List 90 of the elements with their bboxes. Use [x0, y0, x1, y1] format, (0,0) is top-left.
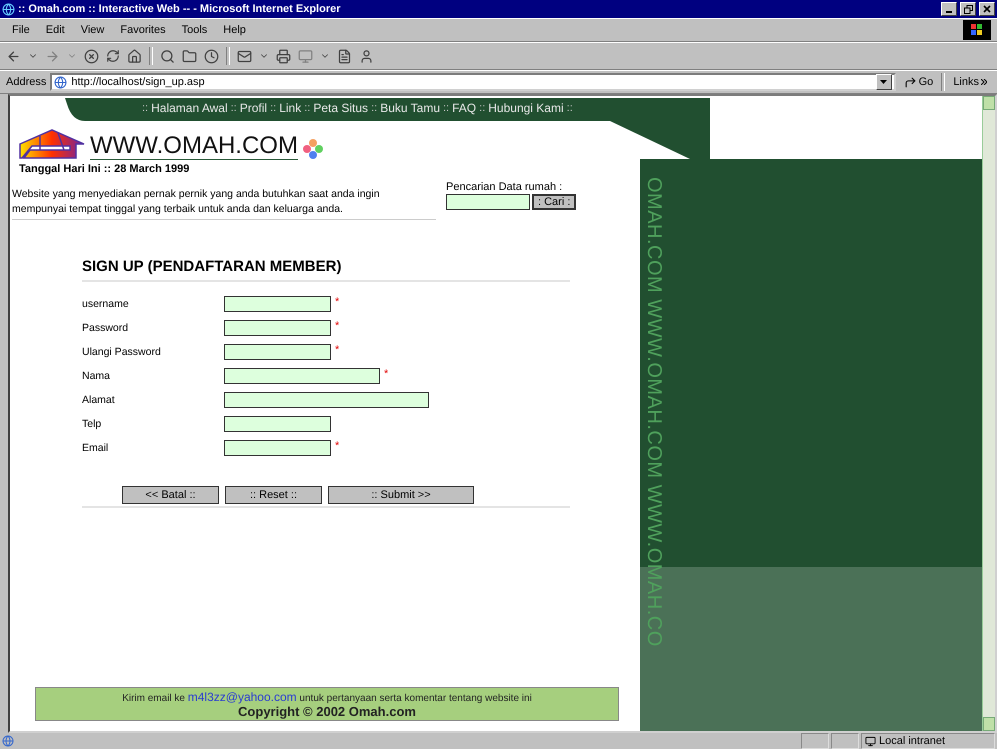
input-field[interactable]	[224, 368, 380, 384]
person-icon[interactable]	[359, 48, 374, 64]
restore-icon	[964, 4, 972, 14]
status-pane	[831, 733, 859, 749]
input-field[interactable]	[224, 416, 331, 432]
refresh-icon[interactable]	[106, 49, 120, 63]
search-label: Pencarian Data rumah :	[446, 181, 564, 193]
document-icon[interactable]	[337, 48, 352, 64]
menu-item[interactable]: Help	[217, 22, 252, 38]
form-button[interactable]: :: Submit >>	[328, 486, 474, 504]
field-label: username	[82, 298, 130, 310]
caret-icon	[880, 80, 888, 84]
form-title: SIGN UP (PENDAFTARAN MEMBER)	[82, 258, 570, 282]
nav-separator: ::	[142, 102, 148, 114]
nav-link[interactable]: Halaman Awal	[151, 101, 228, 115]
stop-icon[interactable]	[84, 48, 99, 64]
required-mark: *	[335, 344, 340, 356]
required-mark: *	[384, 368, 388, 380]
address-field[interactable]: http://localhost/sign_up.asp	[50, 73, 896, 91]
nav-link[interactable]: Hubungi Kami	[488, 101, 564, 115]
nav-link[interactable]: FAQ	[452, 101, 476, 115]
menu-item[interactable]: Favorites	[114, 22, 172, 38]
restore-button[interactable]	[960, 2, 976, 16]
nav-link[interactable]: Peta Situs	[313, 101, 368, 115]
go-button[interactable]: Go	[900, 76, 938, 88]
nav-link[interactable]: Link	[279, 101, 302, 115]
house-logo-icon	[18, 128, 86, 160]
input-field[interactable]	[224, 344, 331, 360]
zone-text: Local intranet	[879, 735, 946, 747]
folder-icon[interactable]	[182, 48, 197, 64]
input-field[interactable]	[224, 392, 429, 408]
form-button[interactable]: << Batal ::	[122, 486, 219, 504]
date-text: Tanggal Hari Ini :: 28 March 1999	[18, 163, 190, 175]
close-icon	[983, 5, 991, 13]
required-mark: *	[335, 320, 340, 332]
menu-item[interactable]: Tools	[176, 22, 214, 38]
mail-icon[interactable]	[237, 48, 252, 64]
contact-text: Kirim email ke m4l3zz@yahoo.com untuk pertanyaan serta komentar tentang website ini	[122, 690, 532, 704]
site-logo-text: WWW.OMAH.COM	[90, 133, 298, 160]
form-button[interactable]: :: Reset ::	[225, 486, 322, 504]
search-button[interactable]: : Cari :	[532, 194, 576, 210]
field-label: Nama	[82, 370, 112, 382]
field-label: Alamat	[82, 394, 116, 406]
input-field[interactable]	[224, 320, 331, 336]
minimize-button[interactable]	[941, 2, 957, 16]
page-icon	[54, 76, 68, 88]
nav-separator: ::	[230, 102, 237, 114]
tagline-text: Website yang menyediakan pernak pernik yang anda butuhkan saat anda ingin mempunyai tempat tinggal yang terbaik untuk anda dan keluarga anda.	[12, 187, 436, 220]
home-icon[interactable]	[127, 48, 142, 64]
clock-icon[interactable]	[204, 48, 219, 64]
menu-item[interactable]: Edit	[40, 22, 71, 38]
windows-logo-icon	[963, 20, 991, 40]
diamond-dots-icon	[302, 138, 324, 160]
copyright-text: Copyright © 2002 Omah.com	[238, 704, 416, 718]
go-arrow-icon	[904, 76, 917, 88]
status-pane	[801, 733, 829, 749]
nav-separator: ::	[566, 102, 573, 114]
links-button[interactable]: Links	[949, 76, 991, 88]
chevrons-icon	[981, 79, 987, 85]
menu-item[interactable]: File	[6, 22, 36, 38]
close-button[interactable]	[979, 2, 995, 16]
dropdown-button[interactable]	[876, 74, 892, 90]
nav-separator: ::	[304, 102, 310, 114]
field-label: Password	[82, 322, 130, 334]
nav-separator: ::	[371, 102, 378, 114]
required-mark: *	[335, 440, 340, 452]
search-icon[interactable]	[160, 48, 175, 64]
address-label: Address	[6, 76, 46, 88]
nav-link[interactable]: Profil	[240, 101, 268, 115]
side-banner-text: OMAH.COM WWW.OMAH.COM WWW.OMAH.CO	[642, 177, 665, 647]
printer-icon[interactable]	[276, 48, 291, 64]
input-field[interactable]	[224, 440, 331, 456]
required-mark: *	[335, 296, 340, 308]
url-text: http://localhost/sign_up.asp	[71, 76, 205, 88]
field-label: Email	[82, 442, 110, 454]
nav-separator: ::	[270, 102, 276, 114]
nav-link[interactable]: Buku Tamu	[380, 101, 440, 115]
scrollbar[interactable]	[982, 96, 995, 731]
page-icon	[2, 735, 14, 747]
field-label: Telp	[82, 418, 102, 430]
nav-separator: ::	[443, 102, 450, 114]
browser-icon	[2, 2, 15, 16]
field-label: Ulangi Password	[82, 346, 162, 358]
nav-separator: ::	[479, 102, 486, 114]
menu-item[interactable]: View	[74, 22, 110, 38]
email-link[interactable]: m4l3zz@yahoo.com	[188, 690, 297, 704]
search-field[interactable]	[446, 194, 530, 210]
computer-icon	[865, 736, 876, 746]
input-field[interactable]	[224, 296, 331, 312]
window-title: :: Omah.com :: Interactive Web -- - Microsoft Internet Explorer	[18, 3, 342, 15]
